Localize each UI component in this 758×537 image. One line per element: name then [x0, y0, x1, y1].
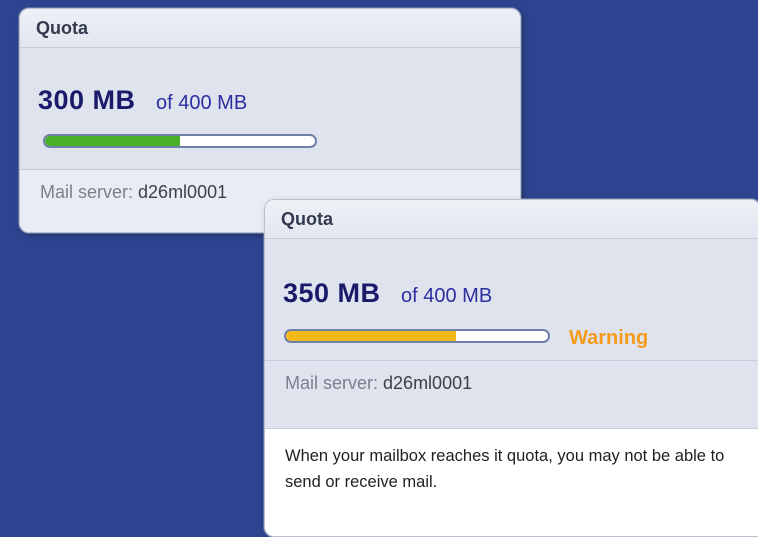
usage-summary: 300 MB of 400 MB — [38, 85, 247, 116]
quota-progress-fill — [45, 136, 180, 146]
mail-server-info: Mail server: d26ml0001 — [285, 373, 472, 394]
mail-server-info: Mail server: d26ml0001 — [40, 182, 227, 203]
mail-server-value: d26ml0001 — [383, 373, 473, 393]
usage-summary: 350 MB of 400 MB — [283, 278, 492, 309]
quota-panel-title: Quota — [20, 9, 520, 48]
quota-panel-warning: Quota 350 MB of 400 MB Warning Mail serv… — [264, 199, 758, 537]
mail-server-label: Mail server: — [285, 373, 379, 393]
divider — [265, 360, 758, 361]
quota-progress-fill — [286, 331, 457, 341]
quota-warning-label: Warning — [569, 327, 649, 349]
quota-warning-note: When your mailbox reaches it quota, you … — [265, 428, 758, 536]
quota-panel-title: Quota — [265, 200, 758, 239]
quota-progress-bar — [43, 134, 317, 148]
mail-server-label: Mail server: — [40, 182, 134, 202]
total-amount: of 400 MB — [401, 285, 493, 307]
divider — [20, 169, 520, 170]
quota-progress-bar — [284, 329, 550, 343]
mail-server-value: d26ml0001 — [138, 182, 228, 202]
total-amount: of 400 MB — [156, 92, 248, 114]
used-amount: 300 MB — [38, 85, 136, 115]
used-amount: 350 MB — [283, 278, 381, 308]
